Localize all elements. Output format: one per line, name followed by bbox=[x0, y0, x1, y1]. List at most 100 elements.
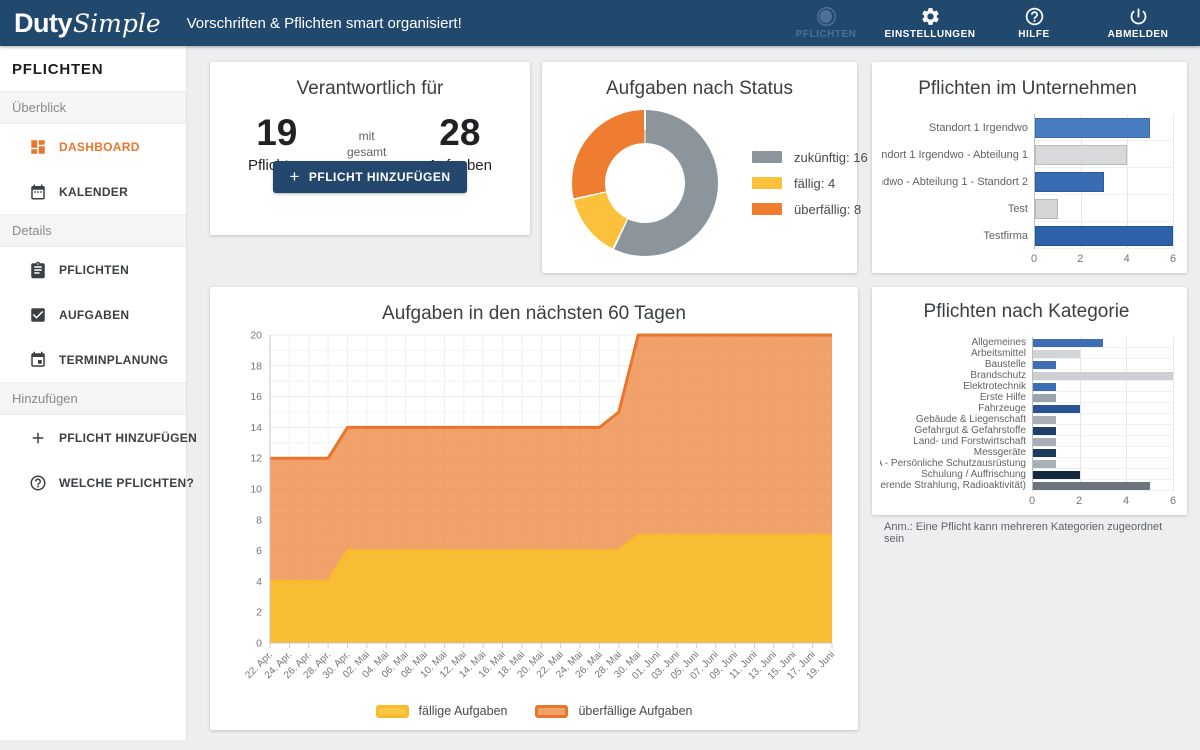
bar-row bbox=[1033, 381, 1173, 392]
navbar-actions: PFLICHTEN EINSTELLUNGEN HILFE ABMELDEN bbox=[774, 0, 1200, 46]
y-tick-label: 10 bbox=[250, 484, 262, 496]
nav-item-label: PFLICHTEN bbox=[796, 29, 857, 40]
legend-item: zukünftig: 16 bbox=[752, 150, 868, 165]
bar-row bbox=[1033, 480, 1173, 491]
aufgaben-count: 28 bbox=[428, 114, 492, 151]
y-tick-label: 2 bbox=[256, 607, 262, 619]
bar-row bbox=[1033, 359, 1173, 370]
sidebar-section-label: Details bbox=[0, 214, 186, 247]
legend-label: fällige Aufgaben bbox=[419, 704, 508, 718]
nav-item-hilfe[interactable]: HILFE bbox=[982, 0, 1086, 46]
sidebar-item-terminplanung[interactable]: TERMINPLANUNG bbox=[0, 337, 186, 382]
gear-icon bbox=[920, 6, 941, 29]
sidebar-item-label: PFLICHTEN bbox=[59, 263, 129, 277]
bar bbox=[1033, 482, 1150, 490]
axis-tick-label: 0 bbox=[1031, 253, 1037, 265]
bar-category-label: SA - Persönliche Schutzausrüstung bbox=[880, 458, 1032, 469]
nav-item-label: ABMELDEN bbox=[1108, 29, 1169, 40]
sidebar-item-label: PFLICHT HINZUFÜGEN bbox=[59, 431, 197, 445]
bar-row bbox=[1033, 337, 1173, 348]
calendar-event-icon bbox=[29, 351, 59, 369]
bar-category-label: Test bbox=[882, 195, 1034, 222]
help-icon bbox=[1024, 6, 1045, 29]
y-tick-label: 14 bbox=[250, 422, 262, 434]
bar-row bbox=[1033, 348, 1173, 359]
nav-item-pflichten[interactable]: PFLICHTEN bbox=[774, 0, 878, 46]
brand-script-text: Simple bbox=[73, 9, 161, 38]
legend-label: zukünftig: 16 bbox=[794, 150, 868, 165]
nav-item-einstellungen[interactable]: EINSTELLUNGEN bbox=[878, 0, 982, 46]
nav-item-label: HILFE bbox=[1018, 29, 1049, 40]
y-tick-label: 18 bbox=[250, 360, 262, 372]
brand-logo[interactable]: Duty Simple bbox=[0, 8, 161, 39]
nav-item-abmelden[interactable]: ABMELDEN bbox=[1086, 0, 1190, 46]
area-chart-title: Aufgaben in den nächsten 60 Tagen bbox=[226, 303, 842, 325]
card-status-donut: Aufgaben nach Status zukünftig: 16fällig… bbox=[542, 62, 857, 273]
tagline: Vorschriften & Pflichten smart organisie… bbox=[187, 15, 774, 32]
dashboard-icon bbox=[29, 138, 59, 156]
bar-category-label: Messgeräte bbox=[880, 447, 1032, 458]
bar-row bbox=[1033, 403, 1173, 414]
gridline bbox=[1173, 337, 1174, 491]
legend-swatch bbox=[752, 177, 782, 189]
brand-bold-text: Duty bbox=[14, 8, 72, 39]
calendar-icon bbox=[29, 183, 59, 201]
bar bbox=[1035, 172, 1104, 192]
bar-row bbox=[1033, 414, 1173, 425]
sidebar-item-kalender[interactable]: KALENDER bbox=[0, 169, 186, 214]
y-tick-label: 4 bbox=[256, 576, 262, 588]
sidebar: PFLICHTEN ÜberblickDASHBOARDKALENDERDeta… bbox=[0, 46, 187, 740]
status-chart-title: Aufgaben nach Status bbox=[542, 78, 857, 100]
question-icon bbox=[29, 474, 59, 492]
bar-category-label: Elektrotechnik bbox=[880, 381, 1032, 392]
nav-item-label: EINSTELLUNGEN bbox=[885, 29, 976, 40]
top-navbar: Duty Simple Vorschriften & Pflichten sma… bbox=[0, 0, 1200, 46]
bar bbox=[1033, 438, 1056, 446]
sidebar-item-pflicht-hinzufügen[interactable]: PFLICHT HINZUFÜGEN bbox=[0, 415, 186, 460]
bar bbox=[1033, 449, 1056, 457]
status-donut-chart bbox=[572, 110, 718, 256]
bar bbox=[1033, 394, 1056, 402]
y-tick-label: 6 bbox=[256, 545, 262, 557]
y-tick-label: 12 bbox=[250, 453, 262, 465]
bar-row bbox=[1035, 195, 1173, 222]
sidebar-item-pflichten[interactable]: PFLICHTEN bbox=[0, 247, 186, 292]
kategorie-chart-title: Pflichten nach Kategorie bbox=[880, 301, 1173, 323]
bar-row bbox=[1035, 114, 1173, 141]
card-responsible-title: Verantwortlich für bbox=[210, 78, 530, 100]
bar-category-label: Irgendwo - Abteilung 1 - Standort 2 bbox=[882, 168, 1034, 195]
gridline bbox=[1173, 114, 1174, 249]
legend-item: fällige Aufgaben bbox=[376, 704, 508, 718]
bar-row bbox=[1033, 370, 1173, 381]
bar-row bbox=[1035, 168, 1173, 195]
sidebar-item-dashboard[interactable]: DASHBOARD bbox=[0, 124, 186, 169]
bar-category-label: Land- und Forstwirtschaft bbox=[880, 436, 1032, 447]
sidebar-title: PFLICHTEN bbox=[0, 46, 186, 91]
main-content: Verantwortlich für 19 Pflichten mit gesa… bbox=[188, 46, 1200, 740]
sidebar-item-welche-pflichten-[interactable]: WELCHE PFLICHTEN? bbox=[0, 460, 186, 505]
add-pflicht-button[interactable]: + PFLICHT HINZUFÜGEN bbox=[273, 161, 466, 193]
donut-hole bbox=[605, 143, 685, 223]
axis-tick-label: 2 bbox=[1076, 495, 1082, 507]
bar-category-label: Schulung / Auffrischung bbox=[880, 469, 1032, 480]
power-icon bbox=[1128, 6, 1149, 29]
sidebar-item-label: DASHBOARD bbox=[59, 140, 140, 154]
mit-gesamt-label: mit gesamt bbox=[347, 128, 386, 160]
bar-row bbox=[1033, 469, 1173, 480]
sidebar-item-label: WELCHE PFLICHTEN? bbox=[59, 476, 194, 490]
sidebar-item-aufgaben[interactable]: AUFGABEN bbox=[0, 292, 186, 337]
bar-category-label: Baustelle bbox=[880, 359, 1032, 370]
bar-row bbox=[1033, 425, 1173, 436]
bar bbox=[1033, 460, 1056, 468]
axis-tick-label: 6 bbox=[1170, 495, 1176, 507]
bar-category-label: Erste Hilfe bbox=[880, 392, 1032, 403]
donut-legend: zukünftig: 16fällig: 4überfällig: 8 bbox=[752, 139, 868, 228]
bar bbox=[1035, 226, 1173, 246]
bar-category-label: Brandschutz bbox=[880, 370, 1032, 381]
bar-row bbox=[1033, 447, 1173, 458]
legend-label: überfällige Aufgaben bbox=[578, 704, 692, 718]
axis-tick-label: 4 bbox=[1124, 253, 1130, 265]
bar-category-label: Standort 1 Irgendwo bbox=[882, 114, 1034, 141]
legend-item: überfällig: 8 bbox=[752, 202, 868, 217]
bar bbox=[1033, 350, 1080, 358]
